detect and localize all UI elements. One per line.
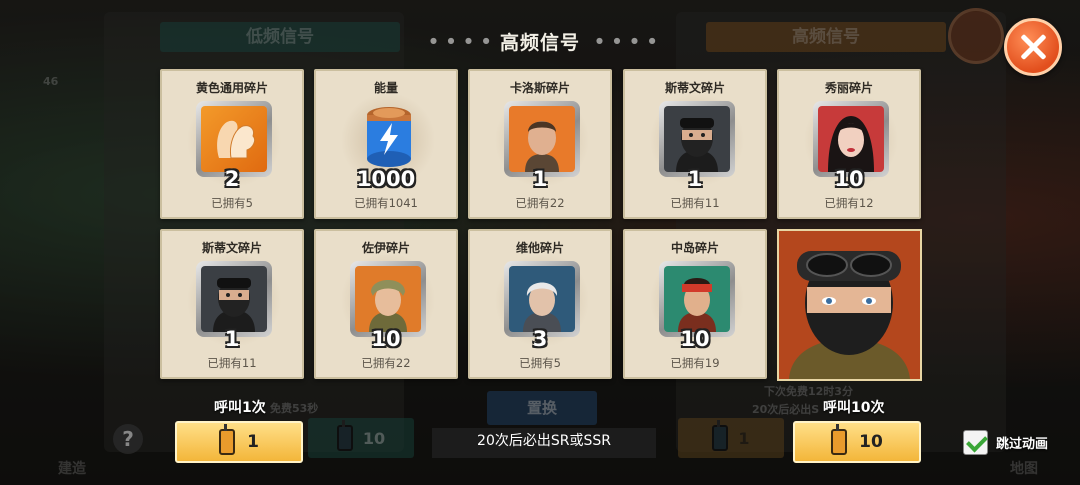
reward-card[interactable]: 能量 1000 已拥有1041 (314, 69, 458, 219)
carlos-portrait (504, 101, 580, 177)
owned-count: 已拥有19 (670, 356, 720, 370)
call-ten-button[interactable]: 10 (793, 421, 921, 463)
card-quantity: 10 (680, 327, 710, 351)
card-name: 秀丽碎片 (824, 81, 873, 95)
card-name: 斯蒂文碎片 (201, 241, 262, 255)
call-once-cost: 1 (247, 432, 259, 452)
reward-card[interactable]: 卡洛斯碎片 1 已拥有22 (468, 69, 612, 219)
call-ten-label: 呼叫10次 (823, 400, 885, 416)
card-name: 斯蒂文碎片 (664, 81, 725, 95)
steven-large-portrait (779, 231, 920, 379)
energy-battery-icon (356, 101, 422, 173)
page-title: 高频信号 (499, 32, 580, 54)
reward-card[interactable]: 黄色通用碎片 2 已拥有5 (160, 69, 304, 219)
call-once-label: 呼叫1次 (214, 400, 266, 416)
owned-count: 已拥有11 (207, 356, 257, 370)
reward-card[interactable]: 斯蒂文碎片 1 已拥有11 (623, 69, 767, 219)
owned-count: 已拥有1041 (354, 196, 418, 210)
card-quantity: 1 (687, 167, 703, 191)
nakajima-portrait (659, 261, 735, 337)
card-name: 中岛碎片 (670, 241, 719, 255)
reward-card[interactable]: 斯蒂文碎片 1 已拥有11 (160, 229, 304, 379)
call-once-button[interactable]: 1 (175, 421, 303, 463)
reward-card[interactable]: 秀丽碎片 10 已拥有12 (777, 69, 921, 219)
universal-shard-icon (196, 101, 272, 177)
card-name: 佐伊碎片 (361, 241, 410, 255)
skip-animation-label: 跳过动画 (996, 437, 1049, 452)
zoey-portrait (350, 261, 426, 337)
radio-icon (831, 424, 848, 455)
owned-count: 已拥有12 (824, 196, 874, 210)
close-icon[interactable] (1004, 18, 1062, 76)
card-name: 黄色通用碎片 (195, 81, 268, 95)
owned-count: 已拥有11 (670, 196, 720, 210)
card-quantity: 3 (532, 327, 548, 351)
card-name: 能量 (373, 81, 398, 95)
card-quantity: 10 (834, 167, 864, 191)
steven-portrait (196, 261, 272, 337)
vita-portrait (504, 261, 580, 337)
xiuli-portrait (813, 101, 889, 177)
owned-count: 已拥有22 (515, 196, 565, 210)
reward-card[interactable]: 佐伊碎片 10 已拥有22 (314, 229, 458, 379)
radio-icon (219, 424, 236, 455)
reward-card[interactable]: 中岛碎片 10 已拥有19 (623, 229, 767, 379)
card-quantity: 10 (371, 327, 401, 351)
card-name: 维他碎片 (515, 241, 564, 255)
featured-hero-card[interactable] (777, 229, 922, 381)
reward-card[interactable]: 维他碎片 3 已拥有5 (468, 229, 612, 379)
owned-count: 已拥有5 (211, 196, 253, 210)
skip-animation-toggle[interactable]: 跳过动画 (963, 430, 1048, 455)
card-quantity: 1 (224, 327, 240, 351)
guarantee-text: 20次后必出SR或SSR (432, 428, 656, 458)
checkbox-checked[interactable] (963, 430, 988, 455)
card-quantity: 1000 (356, 167, 416, 191)
steven-portrait (659, 101, 735, 177)
card-name: 卡洛斯碎片 (509, 81, 570, 95)
call-ten-cost: 10 (859, 432, 883, 452)
card-quantity: 1 (532, 167, 548, 191)
owned-count: 已拥有5 (519, 356, 561, 370)
help-button[interactable]: ? (113, 424, 143, 454)
owned-count: 已拥有22 (361, 356, 411, 370)
card-quantity: 2 (224, 167, 240, 191)
